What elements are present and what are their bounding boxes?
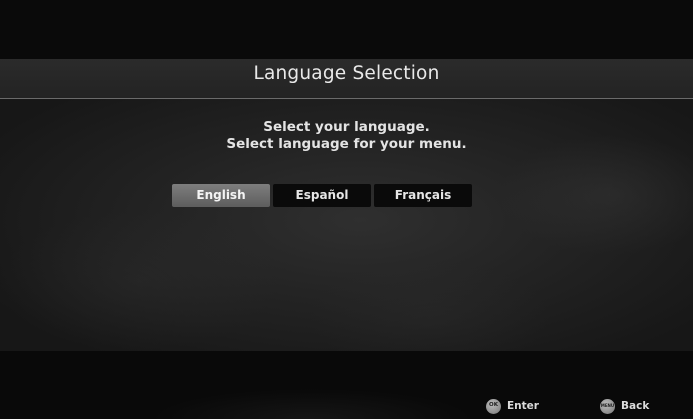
menu-button-icon: MENU	[600, 398, 615, 414]
language-option-espanol[interactable]: Español	[273, 184, 371, 207]
language-option-english[interactable]: English	[172, 184, 270, 207]
language-option-francais[interactable]: Français	[374, 184, 472, 207]
back-hint[interactable]: MENU Back	[600, 398, 649, 414]
top-bar	[0, 0, 693, 59]
tv-setup-screen: Language Selection Select your language.…	[0, 0, 693, 419]
enter-label: Enter	[507, 400, 539, 412]
enter-hint[interactable]: OK Enter	[486, 398, 539, 414]
language-options: English Español Français	[172, 184, 472, 208]
back-label: Back	[621, 400, 650, 412]
instruction-line-1: Select your language.	[263, 119, 430, 135]
ok-button-icon: OK	[486, 398, 501, 414]
instruction-line-2: Select language for your menu.	[226, 136, 467, 152]
footer-bar	[0, 351, 693, 419]
page-title: Language Selection	[253, 63, 440, 84]
